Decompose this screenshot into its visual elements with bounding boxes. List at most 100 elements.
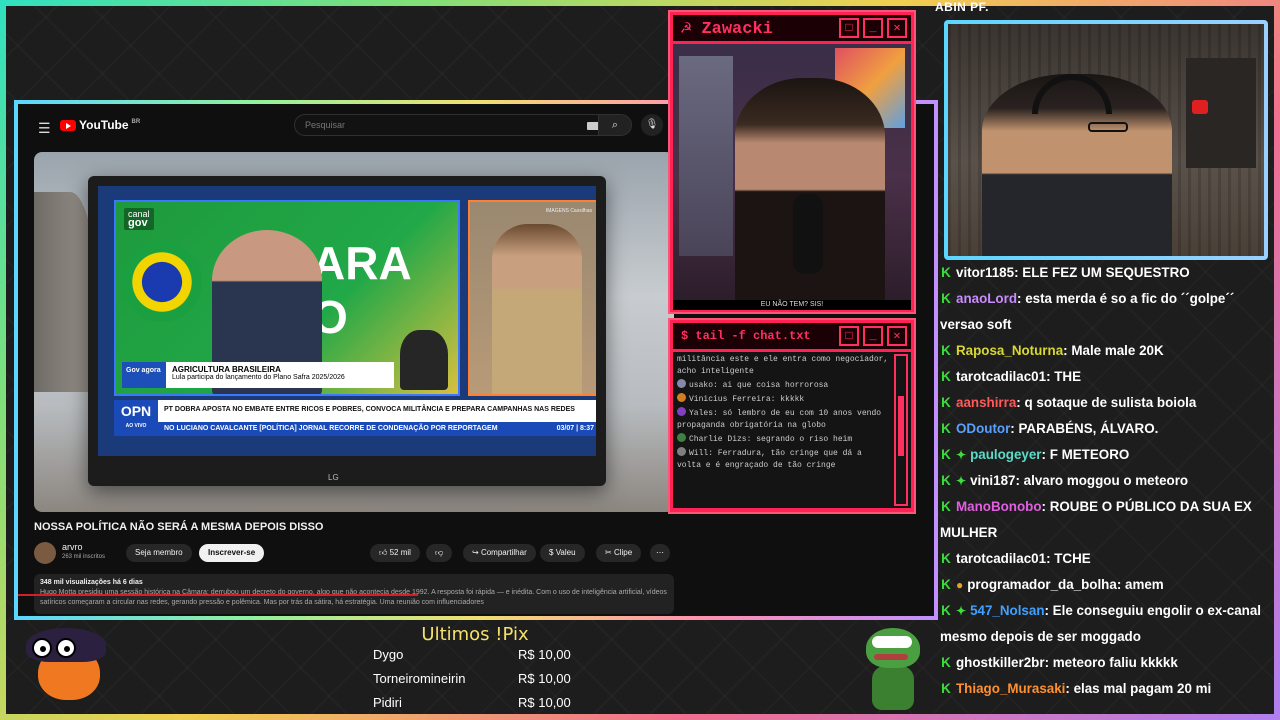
chat-message: K ✦ 547_Nolsan: Ele conseguiu engolir o ex…: [940, 598, 1270, 650]
subscribe-button[interactable]: Inscrever-se: [199, 544, 265, 562]
chat-text: : TCHE: [1046, 551, 1091, 566]
join-button[interactable]: Seja membro: [126, 544, 192, 562]
minimize-icon: _: [863, 18, 883, 38]
pepe-frog-icon: [862, 628, 922, 710]
voice-search-button[interactable]: 🎙: [641, 114, 663, 136]
kick-badge-icon: K: [941, 603, 951, 618]
search-input[interactable]: [295, 115, 576, 135]
like-count: 52 mil: [389, 548, 411, 557]
brazil-emblem: [122, 242, 202, 322]
chat-username[interactable]: ManoBonobo: [956, 499, 1042, 514]
ticker-time: 03/07 | 8:37: [556, 425, 594, 432]
pix-row: Pidiri R$ 10,00: [373, 695, 571, 710]
chat-message: K Thiago_Murasaki: elas mal pagam 20 mi: [940, 676, 1270, 700]
chat-username[interactable]: programador_da_bolha: [967, 577, 1117, 592]
window-buttons: □ _ ✕: [839, 18, 907, 38]
red-object: [1192, 100, 1208, 114]
kick-badge-icon: K: [941, 447, 951, 462]
background-text: ARA O: [312, 237, 410, 343]
chat-text: : alvaro moggou o meteoro: [1015, 473, 1189, 488]
kick-badge-icon: K: [941, 343, 951, 358]
share-icon: ↪: [472, 548, 479, 557]
tail-line: usako: ai que coisa horrorosa: [677, 379, 889, 392]
scrollbar-thumb: [898, 396, 904, 456]
chat-username[interactable]: anaoLord: [956, 291, 1017, 306]
youtube-play-icon: [60, 119, 76, 131]
chat-text: : meteoro faliu kkkkk: [1044, 655, 1178, 670]
video-player[interactable]: ARA O canal gov AGRICULTURA BRASILEIRA Lu…: [34, 152, 674, 512]
zawacki-title-bar: ☭ Zawacki □ _ ✕: [673, 15, 911, 41]
search-button[interactable]: ⌕: [598, 114, 632, 136]
dislike-button[interactable]: 👎︎: [426, 544, 453, 562]
chat-text: : F METEORO: [1041, 447, 1130, 462]
pepe-body: [872, 666, 914, 710]
subscriber-badge-icon: ✦: [956, 448, 967, 462]
kick-badge-icon: K: [941, 681, 951, 696]
channel-avatar[interactable]: [34, 542, 56, 564]
opn-logo: OPN AO VIVO: [114, 400, 158, 436]
subscriber-count: 263 mil inscritos: [62, 554, 106, 560]
thanks-button[interactable]: $ Valeu: [540, 544, 585, 562]
microphone-icon: 🎙: [645, 119, 659, 130]
tail-chat-log: militância este e ele entra como negocia…: [673, 352, 911, 508]
chat-text: : amem: [1116, 577, 1164, 592]
share-button[interactable]: ↪ Compartilhar: [463, 544, 536, 562]
broadcast-right-panel: IMAGENS Cassilhas: [468, 200, 596, 396]
kick-badge-icon: K: [941, 421, 951, 436]
scissors-icon: ✂: [605, 548, 612, 557]
chat-username[interactable]: ghostkiller2br: [956, 655, 1045, 670]
commentator-figure: [492, 224, 582, 394]
tail-title: $ tail -f chat.txt: [681, 329, 811, 343]
chat-text: : q sotaque de sulista boiola: [1016, 395, 1197, 410]
menu-icon[interactable]: ☰: [38, 120, 51, 137]
scrollbar: [894, 354, 908, 506]
chat-username[interactable]: vini187: [970, 473, 1015, 488]
streamer-name: ABIN PF.: [935, 0, 990, 14]
close-icon: ✕: [887, 18, 907, 38]
user-dot-icon: [677, 447, 686, 456]
zawacki-webcam: EU NÃO TEM? SIS!: [673, 44, 911, 310]
kick-badge-icon: K: [941, 577, 951, 592]
chat-message: Ktarotcadilac01: TCHE: [940, 546, 1270, 572]
clip-button[interactable]: ✂ Clipe: [596, 544, 642, 562]
zawacki-cam-window: ☭ Zawacki □ _ ✕ EU NÃO TEM? SIS!: [668, 10, 916, 314]
tail-line: Will: Ferradura, tão cringe que dá a vol…: [677, 447, 862, 470]
broadcast-left-panel: ARA O canal gov AGRICULTURA BRASILEIRA Lu…: [114, 200, 460, 396]
chat-message: K ODoutor: PARABÉNS, ÁLVARO.: [940, 416, 1270, 442]
kick-badge-icon: K: [941, 395, 951, 410]
pix-row: Dygo R$ 10,00: [373, 647, 571, 662]
gov-agora-logo: Gov agora: [122, 362, 166, 388]
chat-username[interactable]: ODoutor: [956, 421, 1010, 436]
description-text: Hugo Motta presidiu uma sessão histórica…: [40, 589, 667, 606]
glasses: [1088, 122, 1128, 132]
channel-name[interactable]: arvro: [62, 542, 83, 552]
like-button[interactable]: 👍︎ 52 mil: [370, 544, 420, 562]
view-count: 348 mil visualizações há 6 dias: [40, 579, 143, 586]
search-icon: ⌕: [611, 119, 619, 131]
chat-username[interactable]: Raposa_Noturna: [956, 343, 1063, 358]
subscriber-badge-icon: ●: [956, 578, 964, 592]
chat-username[interactable]: tarotcadilac01: [956, 369, 1046, 384]
tv-set: ARA O canal gov AGRICULTURA BRASILEIRA Lu…: [88, 176, 606, 486]
chat-username[interactable]: paulogeyer: [970, 447, 1041, 462]
more-actions-button[interactable]: ⋯: [650, 544, 670, 562]
chat-username[interactable]: 547_Nolsan: [970, 603, 1044, 618]
chat-username[interactable]: Thiago_Murasaki: [956, 681, 1065, 696]
chat-text: : elas mal pagam 20 mi: [1065, 681, 1212, 696]
kick-badge-icon: K: [941, 499, 951, 514]
bookshelf: [679, 56, 733, 256]
search-box[interactable]: [294, 114, 608, 136]
chat-message: Kvitor1185: ELE FEZ UM SEQUESTRO: [940, 260, 1270, 286]
streamer-webcam: [948, 24, 1264, 256]
chat-username[interactable]: aanshirra: [956, 395, 1016, 410]
progress-bar[interactable]: [18, 594, 418, 596]
tail-line: Yales: só lembro de eu com 10 anos vendo…: [677, 407, 882, 430]
kick-badge-icon: K: [941, 265, 951, 280]
close-icon: ✕: [887, 326, 907, 346]
user-dot-icon: [677, 393, 686, 402]
chat-username[interactable]: tarotcadilac01: [956, 551, 1046, 566]
maximize-icon: □: [839, 18, 859, 38]
youtube-logo[interactable]: YouTube BR: [60, 118, 140, 132]
video-title: NOSSA POLÍTICA NÃO SERÁ A MESMA DEPOIS D…: [34, 521, 324, 533]
chat-username[interactable]: vitor1185: [956, 265, 1014, 280]
